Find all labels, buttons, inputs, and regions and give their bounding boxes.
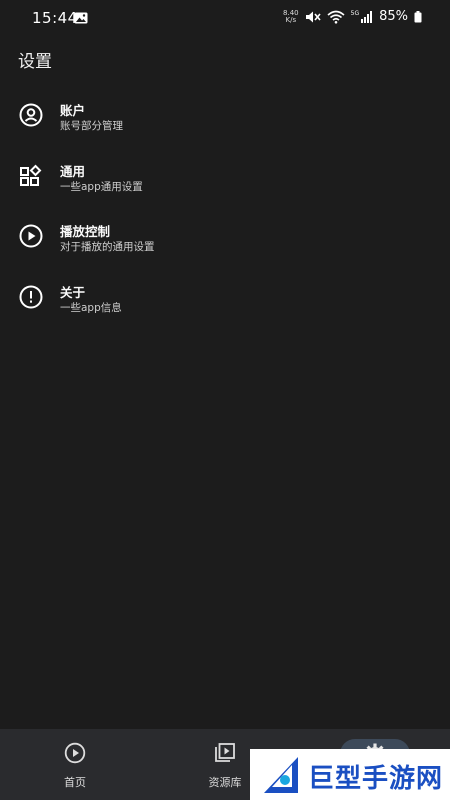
play-circle-icon [19, 224, 43, 248]
cell-signal: 5G [350, 9, 373, 23]
library-icon [215, 743, 235, 762]
settings-item-subtitle: 对于播放的通用设置 [60, 241, 155, 253]
settings-item-about[interactable]: 关于 一些app信息 [0, 270, 450, 331]
info-icon [19, 285, 43, 308]
play-circle-icon [64, 742, 86, 764]
widgets-icon [20, 164, 42, 186]
settings-item-subtitle: 一些app通用设置 [60, 180, 143, 193]
mute-icon [305, 11, 321, 22]
settings-item-account[interactable]: 账户 账号部分管理 [0, 88, 450, 149]
settings-item-title: 账户 [60, 103, 86, 118]
battery-icon [414, 10, 422, 22]
settings-list: 账户 账号部分管理 通用 一些app通用设置 播放控制 对于播放的通用设置 关于… [0, 88, 450, 330]
nav-label: 首页 [64, 776, 86, 789]
watermark-logo-icon [264, 757, 298, 793]
watermark: 巨型手游网 [250, 749, 450, 800]
nav-item-home[interactable]: 首页 [0, 729, 150, 800]
network-speed: 8.40 K/s [283, 9, 299, 24]
settings-item-playback[interactable]: 播放控制 对于播放的通用设置 [0, 209, 450, 270]
gallery-icon [74, 12, 88, 24]
settings-item-subtitle: 一些app信息 [60, 301, 122, 314]
wifi-icon [327, 10, 345, 24]
settings-item-subtitle: 账号部分管理 [60, 120, 123, 132]
settings-item-title: 关于 [60, 284, 86, 300]
status-bar: 15:44 8.40 K/s 5G 85% [0, 0, 450, 36]
settings-screen: 15:44 8.40 K/s 5G 85% 设置 账户 账号部分管理 通用 一些… [0, 0, 450, 800]
settings-item-title: 通用 [60, 163, 86, 179]
signal-bars-icon [361, 10, 373, 23]
battery-percent: 85% [379, 9, 408, 24]
page-title: 设置 [18, 52, 52, 72]
settings-item-general[interactable]: 通用 一些app通用设置 [0, 149, 450, 210]
watermark-text: 巨型手游网 [308, 764, 444, 794]
network-speed-unit: K/s [285, 15, 297, 24]
status-indicators: 8.40 K/s 5G 85% [283, 9, 422, 24]
account-icon [19, 103, 43, 127]
signal-type: 5G [350, 9, 360, 17]
status-time: 15:44 [32, 9, 78, 27]
settings-item-title: 播放控制 [60, 224, 111, 239]
